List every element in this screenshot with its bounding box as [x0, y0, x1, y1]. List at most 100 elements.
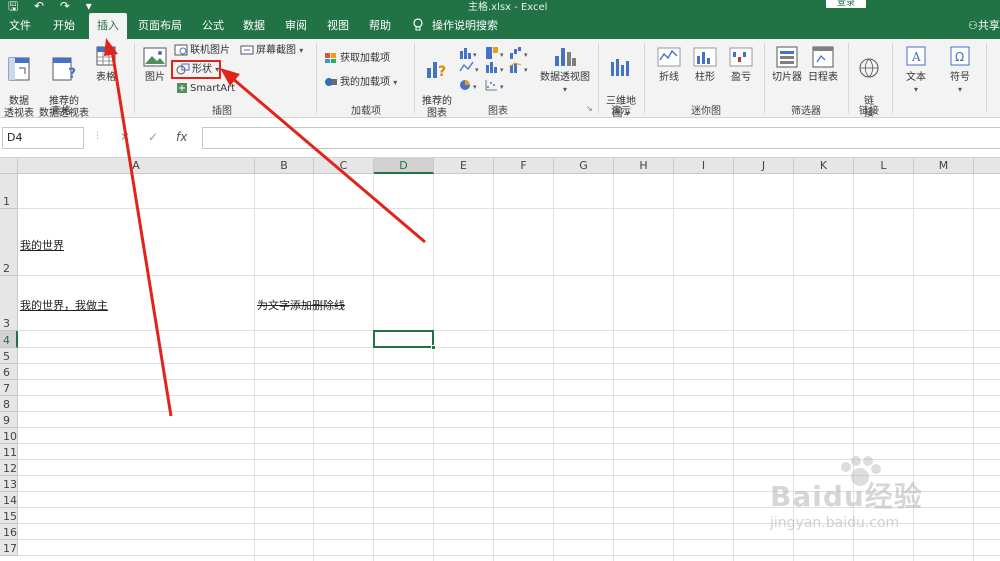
column-header-e[interactable]: E: [434, 158, 494, 174]
online-picture-button[interactable]: 联机图片: [174, 43, 230, 59]
tab-insert[interactable]: 插入: [89, 13, 127, 39]
dialog-launcher-icon[interactable]: ↘: [586, 104, 593, 113]
select-all-corner[interactable]: [0, 158, 18, 174]
slicer-button[interactable]: 切片器: [770, 44, 804, 84]
online-picture-label: 联机图片: [190, 45, 230, 56]
pivot-chart-icon: [555, 48, 576, 66]
group-label-illustrations: 插图: [212, 106, 232, 117]
screenshot-label: 屏幕截图: [256, 45, 296, 56]
tab-page-layout[interactable]: 页面布局: [138, 13, 182, 39]
chevron-down-icon: ▾: [957, 85, 962, 94]
column-header-b[interactable]: B: [255, 158, 314, 174]
cell-a3[interactable]: 我的世界，我做主: [20, 297, 108, 313]
column-header-a[interactable]: A: [18, 158, 255, 174]
gridline-vertical: [493, 174, 494, 561]
sparkline-line-button[interactable]: 折线: [654, 44, 684, 84]
row-header-11[interactable]: 11: [0, 444, 18, 460]
chevron-down-icon: ▾: [393, 78, 398, 87]
screenshot-button[interactable]: 屏幕截图 ▾: [240, 43, 303, 59]
login-button[interactable]: 登录: [826, 0, 866, 8]
row-header-7[interactable]: 7: [0, 380, 18, 396]
gridline-vertical: [254, 174, 255, 561]
row-header-8[interactable]: 8: [0, 396, 18, 412]
row-header-5[interactable]: 5: [0, 348, 18, 364]
chart-types-gallery[interactable]: ▾ ▾ ▾ ▾ ▾ ▾ ▾ ▾: [458, 45, 538, 95]
share-button[interactable]: ⚇共享: [968, 13, 1000, 39]
row-number: 1: [3, 195, 10, 208]
name-box[interactable]: D4: [2, 127, 84, 149]
tab-help[interactable]: 帮助: [369, 13, 391, 39]
tab-formulas[interactable]: 公式: [202, 13, 224, 39]
column-header-i[interactable]: I: [674, 158, 734, 174]
pivot-table-label: 数据 透视表: [4, 96, 34, 119]
row-header-10[interactable]: 10: [0, 428, 18, 444]
column-header-c[interactable]: C: [314, 158, 374, 174]
gridline-vertical: [733, 174, 734, 561]
row-header-16[interactable]: 16: [0, 524, 18, 540]
row-header-13[interactable]: 13: [0, 476, 18, 492]
column-header-m[interactable]: M: [914, 158, 974, 174]
tab-data[interactable]: 数据: [243, 13, 265, 39]
row-header-6[interactable]: 6: [0, 364, 18, 380]
picture-button[interactable]: 图片: [140, 44, 170, 84]
column-header-f[interactable]: F: [494, 158, 554, 174]
column-header-l[interactable]: L: [854, 158, 914, 174]
row-header-2[interactable]: 2: [0, 209, 18, 276]
slicer-label: 切片器: [772, 72, 802, 83]
cell-b3[interactable]: 为文字添加删除线: [257, 297, 345, 313]
column-header-k[interactable]: K: [794, 158, 854, 174]
column-header-d[interactable]: D: [374, 158, 434, 174]
pivot-chart-label: 数据透视图: [540, 72, 590, 83]
timeline-button[interactable]: 日程表: [806, 44, 840, 84]
column-header-n[interactable]: N: [974, 158, 1000, 174]
row-header-3[interactable]: 3: [0, 276, 18, 331]
row-number: 11: [3, 446, 17, 459]
tab-home[interactable]: 开始: [53, 13, 75, 39]
baidu-watermark: Baidu经验 jingyan.baidu.com: [770, 455, 1000, 555]
tab-view[interactable]: 视图: [327, 13, 349, 39]
text-button[interactable]: A 文本 ▾: [898, 44, 934, 96]
active-cell-d4[interactable]: [373, 330, 436, 350]
svg-text:▾: ▾: [473, 51, 477, 59]
cell-a2[interactable]: 我的世界: [20, 237, 64, 253]
table-button[interactable]: 表格: [92, 44, 120, 84]
pivot-table-button[interactable]: 数据 透视表: [2, 44, 36, 120]
row-number: 7: [3, 382, 10, 395]
row-header-15[interactable]: 15: [0, 508, 18, 524]
column-header-j[interactable]: J: [734, 158, 794, 174]
my-addins-button[interactable]: 我的加载项 ▾: [324, 75, 397, 91]
formula-bar: D4 ⋮ ✕ ✓ fx: [0, 118, 1000, 158]
formula-input[interactable]: [202, 127, 1000, 149]
pivot-chart-button[interactable]: 数据透视图 ▾: [536, 44, 594, 96]
cancel-icon[interactable]: ✕: [120, 130, 130, 144]
row-header-14[interactable]: 14: [0, 492, 18, 508]
group-separator: [316, 43, 317, 113]
insert-function-icon[interactable]: fx: [176, 130, 187, 144]
svg-text:?: ?: [438, 64, 446, 80]
sparkline-line-label: 折线: [659, 72, 679, 83]
sparkline-column-button[interactable]: 柱形: [690, 44, 720, 84]
tell-me-search[interactable]: 操作说明搜索: [432, 13, 498, 39]
column-header-h[interactable]: H: [614, 158, 674, 174]
row-number: 17: [3, 542, 17, 555]
row-header-4[interactable]: 4: [0, 331, 18, 348]
enter-icon[interactable]: ✓: [148, 130, 158, 144]
get-addins-button[interactable]: 获取加载项: [324, 51, 390, 67]
smartart-button[interactable]: SmartArt: [176, 81, 235, 97]
row-header-17[interactable]: 17: [0, 540, 18, 556]
recommended-charts-button[interactable]: ? 推荐的 图表: [420, 44, 454, 120]
svg-text:Ω: Ω: [955, 50, 964, 64]
row-header-1[interactable]: 1: [0, 174, 18, 209]
column-header-g[interactable]: G: [554, 158, 614, 174]
tab-file[interactable]: 文件: [9, 13, 31, 39]
symbol-button[interactable]: Ω 符号 ▾: [942, 44, 978, 96]
row-header-12[interactable]: 12: [0, 460, 18, 476]
row-header-9[interactable]: 9: [0, 412, 18, 428]
row-number: 9: [3, 414, 10, 427]
fill-handle[interactable]: [431, 345, 436, 350]
tab-review[interactable]: 审阅: [285, 13, 307, 39]
svg-text:▾: ▾: [475, 66, 479, 74]
sparkline-winloss-button[interactable]: 盈亏: [726, 44, 756, 84]
row-number: 15: [3, 510, 17, 523]
row-number: 10: [3, 430, 17, 443]
